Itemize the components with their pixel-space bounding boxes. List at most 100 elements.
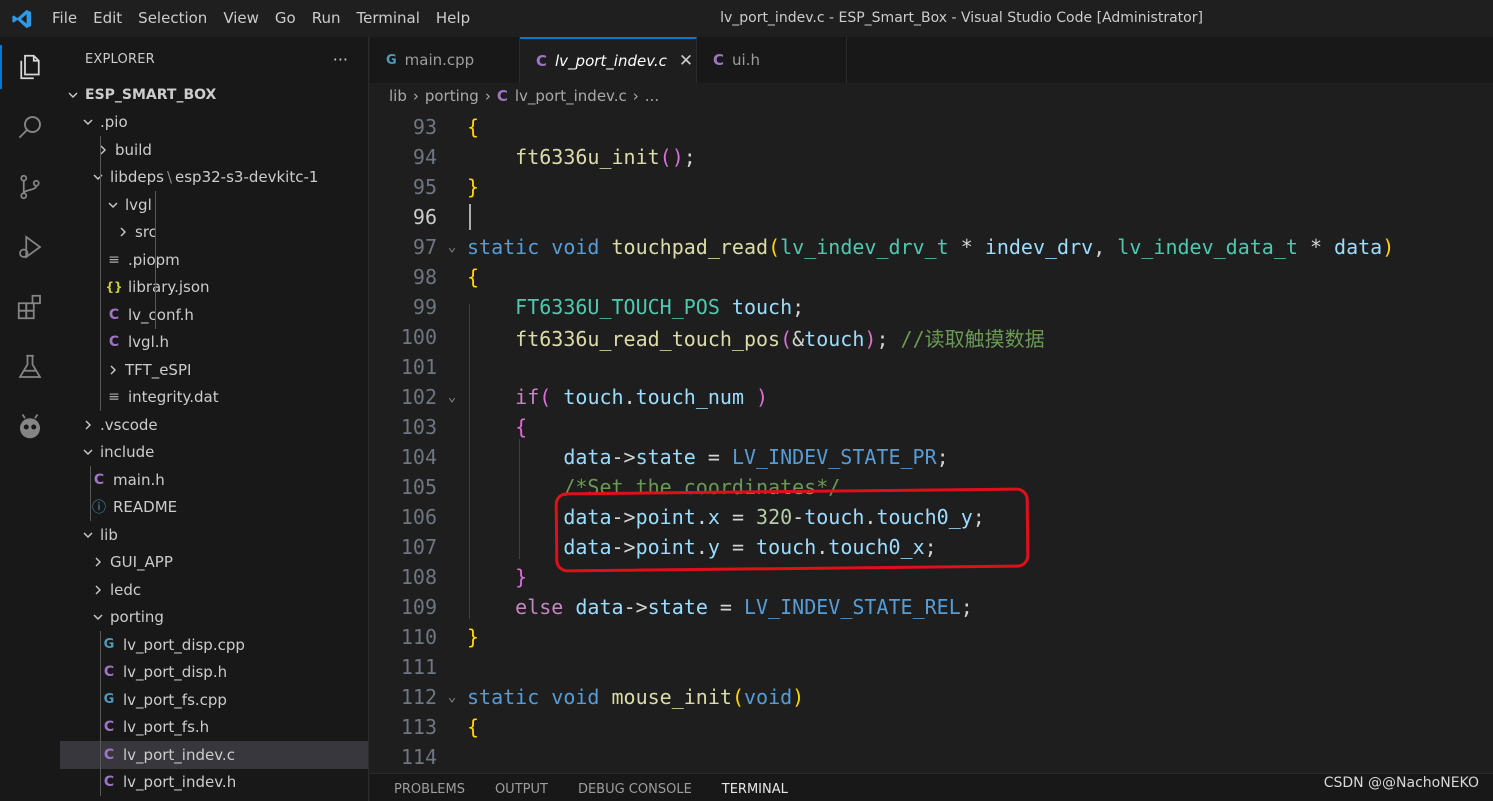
tree-file-item[interactable]: Clv_port_fs.h — [60, 714, 368, 742]
tree-item-label: lv_port_fs.cpp — [123, 690, 227, 709]
code-token: state — [635, 445, 696, 469]
explorer-sidebar: EXPLORER ··· ESP_SMART_BOX .pio build libde… — [60, 37, 369, 801]
menu-go[interactable]: Go — [267, 0, 304, 37]
tree-folder-item[interactable]: src — [60, 219, 368, 247]
c-file-icon: C — [536, 52, 548, 70]
breadcrumb-item-porting[interactable]: porting — [425, 87, 479, 105]
extensions-icon[interactable] — [0, 277, 60, 337]
tree-file-item[interactable]: Glv_port_fs.cpp — [60, 686, 368, 714]
code-line-100: 100 ft6336u_read_touch_pos(&touch); //读取… — [370, 322, 1493, 352]
testing-icon[interactable] — [0, 337, 60, 397]
tree-item-label: README — [113, 498, 178, 517]
chevron-down-icon — [65, 89, 81, 101]
tree-file-item[interactable]: Clv_conf.h — [60, 301, 368, 329]
tree-file-item[interactable]: ⓘ README — [60, 494, 368, 522]
tab-output[interactable]: OUTPUT — [495, 779, 548, 801]
menu-view[interactable]: View — [215, 0, 267, 37]
code-token: void — [743, 685, 793, 709]
tab-lv-port-indev-c[interactable]: C lv_port_indev.c ✕ — [520, 37, 697, 83]
code-token: data — [1334, 235, 1383, 259]
tree-folder-item[interactable]: TFT_eSPI — [60, 356, 368, 384]
tree-indent-guide — [90, 466, 91, 521]
tree-item-label: lv_port_disp.cpp — [123, 635, 245, 654]
tab-debug-console[interactable]: DEBUG CONSOLE — [578, 779, 692, 801]
tree-folder-item[interactable]: lvgl — [60, 191, 368, 219]
fold-chevron-icon[interactable]: ⌄ — [437, 389, 467, 405]
tree-folder-item[interactable]: ledc — [60, 576, 368, 604]
tree-file-item[interactable]: ≡ .piopm — [60, 246, 368, 274]
code-token: FT6336U_TOUCH_POS — [515, 295, 720, 319]
tab-problems[interactable]: PROBLEMS — [394, 779, 465, 801]
line-number: 108 — [400, 565, 437, 589]
explorer-title: EXPLORER — [85, 52, 155, 67]
search-icon[interactable] — [0, 97, 60, 157]
tree-file-item[interactable]: Cmain.h — [60, 466, 368, 494]
tree-item-label: lv_port_disp.h — [123, 663, 228, 682]
line-number: 95 — [412, 175, 437, 199]
run-debug-icon[interactable] — [0, 217, 60, 277]
code-token: void — [551, 685, 600, 709]
code-editor[interactable]: 93 { 94 ft6336u_init(); 95 } 96 97 ⌄ stat… — [370, 109, 1493, 773]
tree-file-item[interactable]: {} library.json — [60, 274, 368, 302]
platformio-icon[interactable] — [0, 397, 60, 457]
line-number: 106 — [400, 505, 437, 529]
c-file-icon: C — [713, 51, 725, 69]
tab-ui-h[interactable]: C ui.h — [697, 37, 847, 83]
fold-chevron-icon[interactable]: ⌄ — [437, 239, 467, 255]
menu-run[interactable]: Run — [304, 0, 349, 37]
chevron-down-icon — [105, 199, 121, 211]
tree-folder-item[interactable]: lib — [60, 521, 368, 549]
code-token: static — [467, 235, 540, 259]
menu-edit[interactable]: Edit — [85, 0, 130, 37]
tree-file-item[interactable]: Glv_port_disp.cpp — [60, 631, 368, 659]
tree-folder-item[interactable]: build — [60, 136, 368, 164]
code-line-98: 98 { — [370, 262, 1493, 292]
tree-folder-item[interactable]: .vscode — [60, 411, 368, 439]
files-icon[interactable] — [0, 37, 60, 97]
chevron-down-icon — [90, 171, 106, 183]
tree-item-label: .piopm — [128, 250, 180, 269]
chevron-right-icon — [90, 584, 106, 596]
close-icon[interactable]: ✕ — [679, 51, 693, 71]
tree-file-item[interactable]: Clv_port_indev.h — [60, 769, 368, 797]
vscode-logo-icon[interactable] — [0, 0, 44, 37]
line-number: 107 — [400, 535, 437, 559]
line-number: 103 — [400, 415, 437, 439]
tree-item-label: main.h — [113, 470, 165, 489]
menu-help[interactable]: Help — [428, 0, 478, 37]
cpp-file-icon: G — [386, 52, 397, 68]
tree-file-item[interactable]: Clvgl.h — [60, 329, 368, 357]
chevron-down-icon — [80, 116, 96, 128]
info-file-icon: ⓘ — [92, 500, 106, 517]
chevron-right-icon — [90, 556, 106, 568]
menu-file[interactable]: File — [44, 0, 85, 37]
c-file-icon: C — [103, 774, 115, 791]
tree-item-label: porting — [110, 608, 164, 627]
tree-folder-item[interactable]: porting — [60, 604, 368, 632]
tree-folder-item[interactable]: libdeps \ esp32-s3-devkitc-1 — [60, 164, 368, 192]
code-line-99: 99 FT6336U_TOUCH_POS touch; — [370, 292, 1493, 322]
breadcrumb-item-symbol[interactable]: ... — [645, 87, 659, 105]
breadcrumb-item-file[interactable]: lv_port_indev.c — [515, 87, 627, 105]
watermark: CSDN @@NachoNEKO — [1323, 775, 1479, 791]
tree-folder-item[interactable]: ESP_SMART_BOX — [60, 81, 368, 109]
tree-file-item[interactable]: Clv_port_indev.c — [60, 741, 368, 769]
tree-item-label: TFT_eSPI — [125, 360, 192, 379]
line-number: 100 — [400, 325, 437, 349]
breadcrumb-item-lib[interactable]: lib — [389, 87, 407, 105]
tree-folder-item[interactable]: GUI_APP — [60, 549, 368, 577]
tree-file-item[interactable]: Clv_port_disp.h — [60, 659, 368, 687]
more-actions-icon[interactable]: ··· — [333, 50, 348, 69]
tree-item-label: src — [135, 223, 157, 242]
tab-main-cpp[interactable]: G main.cpp — [370, 37, 520, 83]
tree-folder-item[interactable]: include — [60, 439, 368, 467]
tree-folder-item[interactable]: .pio — [60, 109, 368, 137]
source-control-icon[interactable] — [0, 157, 60, 217]
menu-selection[interactable]: Selection — [130, 0, 215, 37]
fold-chevron-icon[interactable]: ⌄ — [437, 689, 467, 705]
chevron-right-icon — [105, 364, 121, 376]
tab-terminal[interactable]: TERMINAL — [722, 779, 788, 801]
tree-file-item[interactable]: ≡ integrity.dat — [60, 384, 368, 412]
menu-terminal[interactable]: Terminal — [349, 0, 428, 37]
text-file-icon: ≡ — [108, 251, 120, 268]
